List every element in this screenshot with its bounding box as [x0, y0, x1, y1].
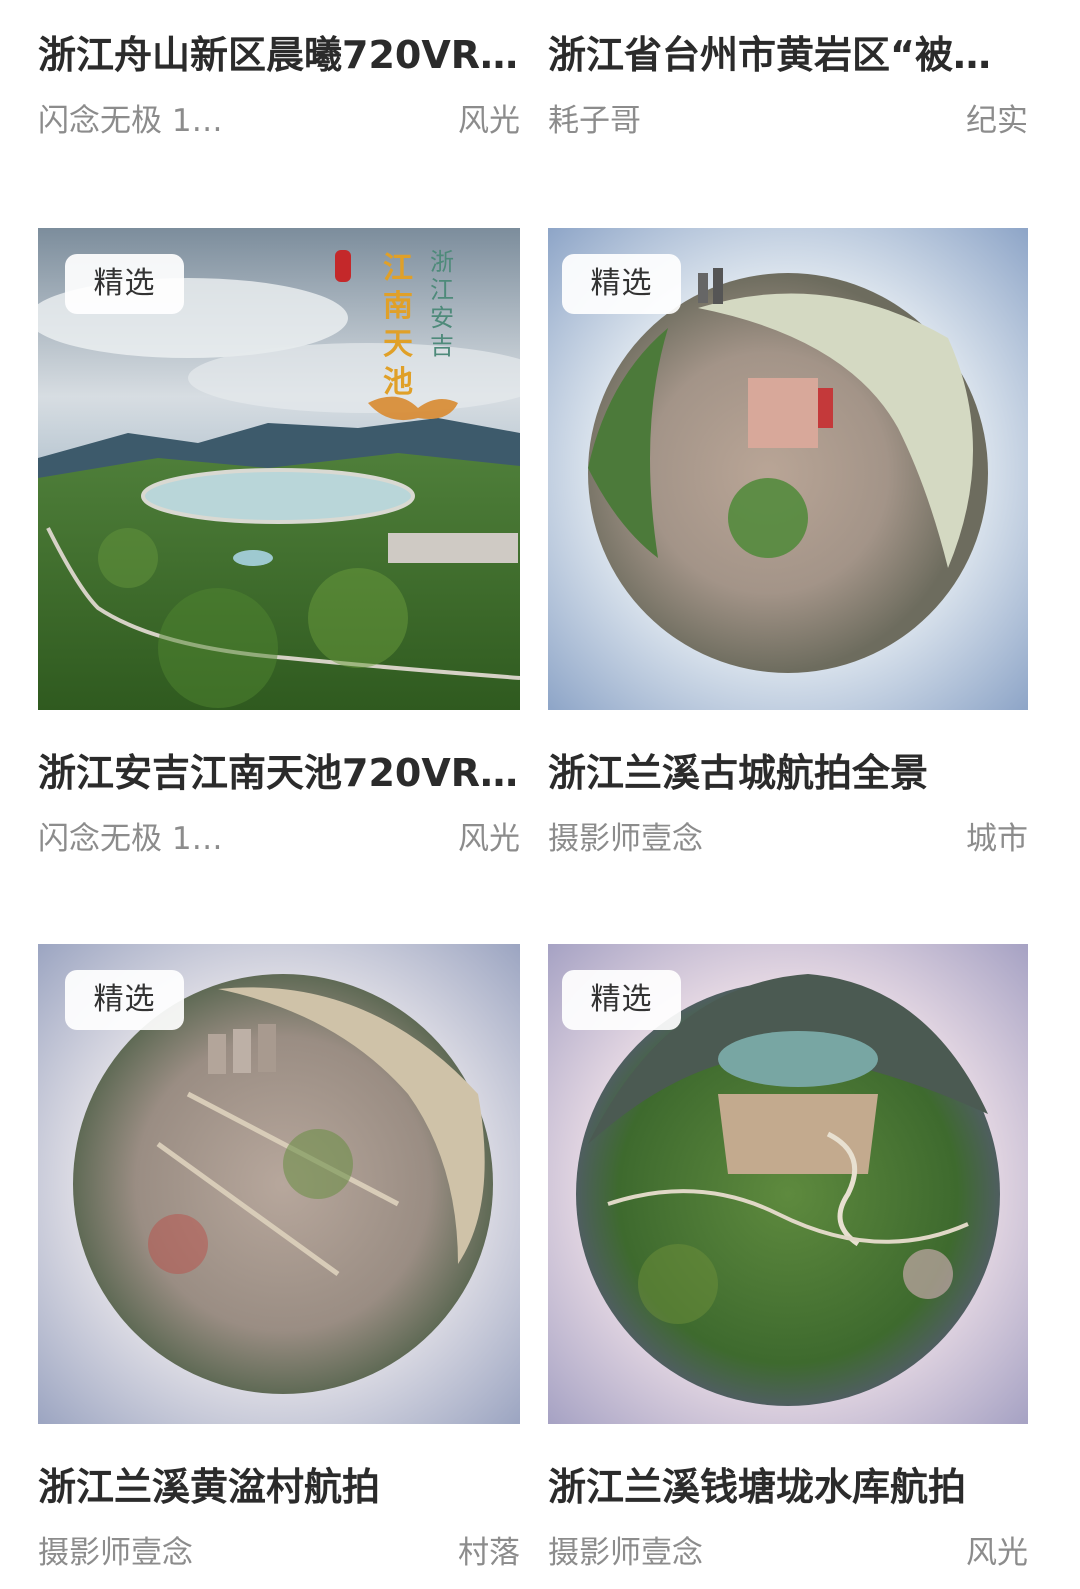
svg-text:南: 南 — [383, 289, 413, 324]
featured-badge: 精选 — [562, 970, 681, 1030]
category-tag: 风光 — [458, 103, 520, 139]
panorama-thumbnail[interactable]: 精选 — [548, 228, 1028, 710]
panorama-thumbnail[interactable]: 精选 — [548, 944, 1028, 1424]
panorama-thumbnail[interactable]: 江 南 天 池 浙 江 安 吉 精选 — [38, 228, 520, 710]
overlay-text-2: 浙 — [430, 248, 454, 276]
work-title[interactable]: 浙江兰溪古城航拍全景 — [548, 748, 1028, 798]
category-tag: 村落 — [458, 1535, 520, 1571]
svg-text:天: 天 — [383, 327, 413, 362]
work-meta: 摄影师壹念 村落 — [38, 1530, 520, 1576]
work-title[interactable]: 浙江兰溪钱塘垅水库航拍 — [548, 1462, 1028, 1512]
work-title[interactable]: 浙江省台州市黄岩区“被拆迁” — [548, 30, 1028, 80]
seal-stamp — [335, 250, 351, 282]
work-meta: 摄影师壹念 风光 — [548, 1530, 1028, 1576]
category-tag: 城市 — [966, 821, 1028, 857]
svg-text:江: 江 — [430, 276, 454, 304]
overlay-text-1: 江 — [383, 251, 413, 286]
svg-text:池: 池 — [383, 365, 413, 400]
author-name[interactable]: 摄影师壹念 — [548, 816, 703, 862]
work-meta: 耗子哥 纪实 — [548, 98, 1028, 144]
category-tag: 纪实 — [966, 103, 1028, 139]
work-title[interactable]: 浙江兰溪黄湓村航拍 — [38, 1462, 520, 1512]
work-title[interactable]: 浙江安吉江南天池720VR全景 — [38, 748, 520, 798]
work-meta: 摄影师壹念 城市 — [548, 816, 1028, 862]
category-tag: 风光 — [458, 821, 520, 857]
author-name[interactable]: 耗子哥 — [548, 98, 641, 144]
featured-badge: 精选 — [65, 254, 184, 314]
work-title[interactable]: 浙江舟山新区晨曦720VR全景 — [38, 30, 520, 80]
panorama-thumbnail[interactable]: 精选 — [38, 944, 520, 1424]
featured-badge: 精选 — [562, 254, 681, 314]
author-name[interactable]: 摄影师壹念 — [548, 1530, 703, 1576]
author-name[interactable]: 闪念无极 13... — [38, 816, 228, 862]
work-meta: 闪念无极 13... 风光 — [38, 816, 520, 862]
svg-text:吉: 吉 — [430, 332, 454, 360]
author-name[interactable]: 摄影师壹念 — [38, 1530, 193, 1576]
featured-badge: 精选 — [65, 970, 184, 1030]
category-tag: 风光 — [966, 1535, 1028, 1571]
work-meta: 闪念无极 13... 风光 — [38, 98, 520, 144]
svg-text:安: 安 — [430, 304, 454, 332]
author-name[interactable]: 闪念无极 13... — [38, 98, 228, 144]
